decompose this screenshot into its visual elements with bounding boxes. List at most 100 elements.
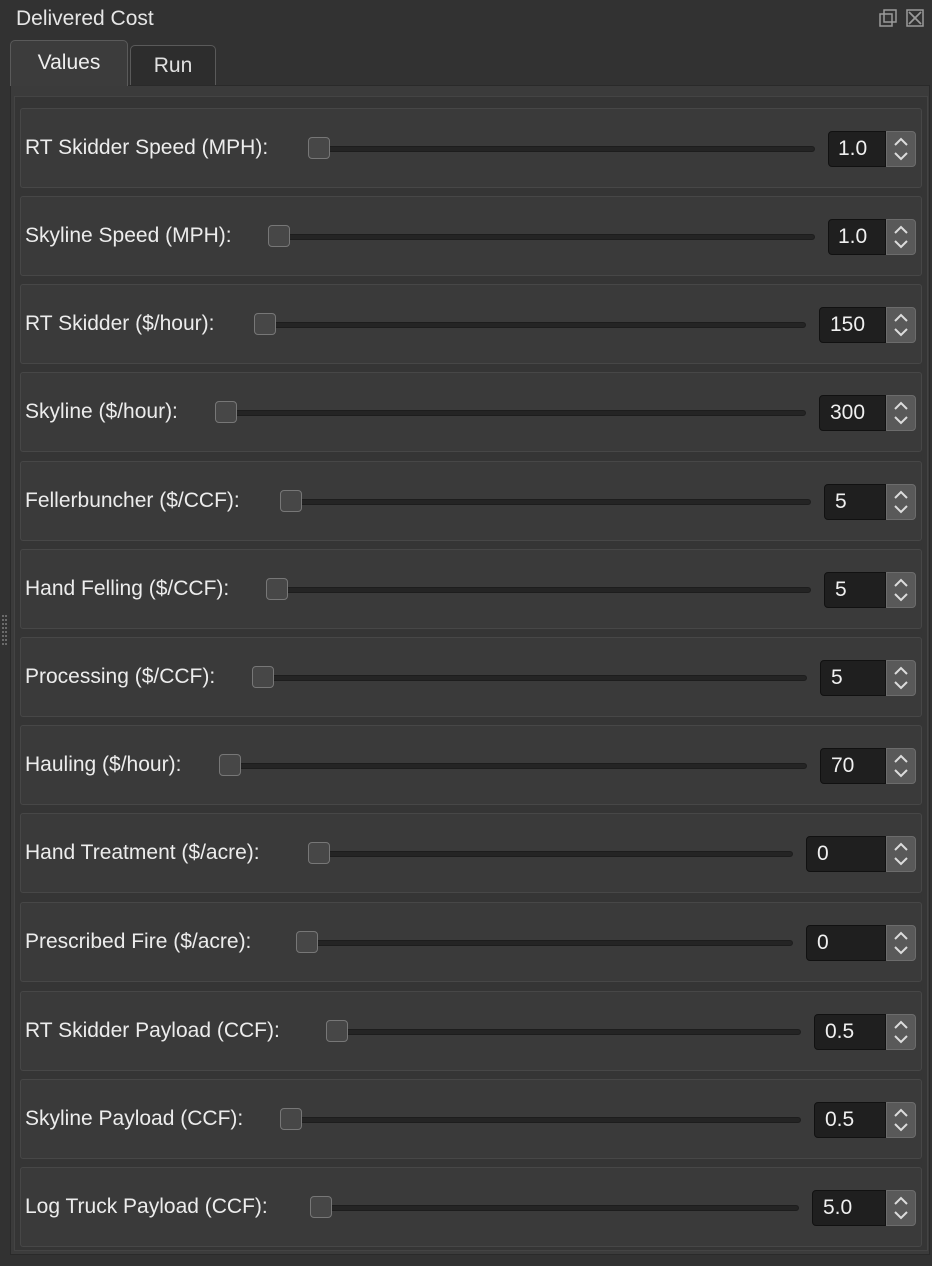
arrow-down-icon[interactable] xyxy=(893,768,909,778)
arrow-up-icon[interactable] xyxy=(893,1020,909,1030)
slider-handle[interactable] xyxy=(280,1108,302,1130)
slider-track[interactable] xyxy=(345,1029,801,1035)
slider-handle[interactable] xyxy=(219,754,241,776)
param-label: RT Skidder Speed (MPH): xyxy=(25,136,269,159)
arrow-up-icon[interactable] xyxy=(893,490,909,500)
close-icon[interactable] xyxy=(906,9,924,27)
arrow-up-icon[interactable] xyxy=(893,842,909,852)
arrow-down-icon[interactable] xyxy=(893,592,909,602)
spinbox-arrows[interactable] xyxy=(886,1102,916,1138)
spinbox-value[interactable]: 0 xyxy=(806,925,886,961)
spinbox-arrows[interactable] xyxy=(886,484,916,520)
arrow-up-icon[interactable] xyxy=(893,1196,909,1206)
arrow-down-icon[interactable] xyxy=(893,1210,909,1220)
spinbox-value[interactable]: 1.0 xyxy=(828,219,886,255)
spinbox: 5 xyxy=(824,572,916,608)
spinbox-value[interactable]: 5 xyxy=(824,484,886,520)
param-row-hand-felling: Hand Felling ($/CCF): 5 xyxy=(20,549,922,629)
spinbox-arrows[interactable] xyxy=(886,836,916,872)
arrow-up-icon[interactable] xyxy=(893,931,909,941)
arrow-up-icon[interactable] xyxy=(893,578,909,588)
spinbox-arrows[interactable] xyxy=(886,1190,916,1226)
arrow-up-icon[interactable] xyxy=(893,666,909,676)
spinbox-value[interactable]: 150 xyxy=(819,307,886,343)
spinbox-arrows[interactable] xyxy=(886,660,916,696)
slider-track[interactable] xyxy=(285,587,811,593)
spinbox: 70 xyxy=(820,748,916,784)
spinbox-value[interactable]: 5.0 xyxy=(812,1190,886,1226)
spinbox-value[interactable]: 5 xyxy=(824,572,886,608)
spinbox-value[interactable]: 5 xyxy=(820,660,886,696)
arrow-up-icon[interactable] xyxy=(893,1108,909,1118)
slider-handle[interactable] xyxy=(308,842,330,864)
arrow-down-icon[interactable] xyxy=(893,856,909,866)
param-label: Hand Felling ($/CCF): xyxy=(25,577,230,600)
slider-track[interactable] xyxy=(299,1117,801,1123)
slider-track[interactable] xyxy=(238,763,807,769)
slider-handle[interactable] xyxy=(280,490,302,512)
param-label: Hand Treatment ($/acre): xyxy=(25,841,260,864)
arrow-up-icon[interactable] xyxy=(893,401,909,411)
slider-handle[interactable] xyxy=(296,931,318,953)
slider-track[interactable] xyxy=(287,234,815,240)
spinbox: 0 xyxy=(806,836,916,872)
slider-handle[interactable] xyxy=(254,313,276,335)
slider-track[interactable] xyxy=(329,1205,799,1211)
arrow-down-icon[interactable] xyxy=(893,415,909,425)
slider-track[interactable] xyxy=(327,146,815,152)
slider-track[interactable] xyxy=(315,940,793,946)
slider-handle[interactable] xyxy=(268,225,290,247)
slider-track[interactable] xyxy=(327,851,793,857)
param-label: Fellerbuncher ($/CCF): xyxy=(25,489,240,512)
slider-track[interactable] xyxy=(234,410,806,416)
slider-track[interactable] xyxy=(271,675,807,681)
spinbox-arrows[interactable] xyxy=(886,572,916,608)
arrow-up-icon[interactable] xyxy=(893,754,909,764)
arrow-down-icon[interactable] xyxy=(893,327,909,337)
param-label: RT Skidder ($/hour): xyxy=(25,312,215,335)
spinbox-arrows[interactable] xyxy=(886,748,916,784)
spinbox-arrows[interactable] xyxy=(886,925,916,961)
slider-handle[interactable] xyxy=(252,666,274,688)
param-row-skyline-rate: Skyline ($/hour): 300 xyxy=(20,372,922,452)
param-label: Prescribed Fire ($/acre): xyxy=(25,930,252,953)
arrow-up-icon[interactable] xyxy=(893,313,909,323)
arrow-down-icon[interactable] xyxy=(893,1034,909,1044)
spinbox-arrows[interactable] xyxy=(886,219,916,255)
arrow-up-icon[interactable] xyxy=(893,225,909,235)
param-row-rt-skidder-rate: RT Skidder ($/hour): 150 xyxy=(20,284,922,364)
param-row-prescribed-fire: Prescribed Fire ($/acre): 0 xyxy=(20,902,922,982)
spinbox-arrows[interactable] xyxy=(886,1014,916,1050)
param-label: Log Truck Payload (CCF): xyxy=(25,1195,268,1218)
resize-grip-icon[interactable] xyxy=(2,615,7,649)
arrow-down-icon[interactable] xyxy=(893,680,909,690)
slider-track[interactable] xyxy=(299,499,811,505)
arrow-up-icon[interactable] xyxy=(893,137,909,147)
spinbox-value[interactable]: 0 xyxy=(806,836,886,872)
tab-run[interactable]: Run xyxy=(130,45,216,85)
spinbox-value[interactable]: 0.5 xyxy=(814,1014,886,1050)
arrow-down-icon[interactable] xyxy=(893,945,909,955)
float-window-icon[interactable] xyxy=(879,9,897,27)
panel-titlebar: Delivered Cost xyxy=(0,0,932,38)
spinbox-arrows[interactable] xyxy=(886,131,916,167)
spinbox-value[interactable]: 1.0 xyxy=(828,131,886,167)
arrow-down-icon[interactable] xyxy=(893,151,909,161)
spinbox-arrows[interactable] xyxy=(886,307,916,343)
slider-handle[interactable] xyxy=(215,401,237,423)
arrow-down-icon[interactable] xyxy=(893,504,909,514)
slider-handle[interactable] xyxy=(326,1020,348,1042)
spinbox-value[interactable]: 70 xyxy=(820,748,886,784)
spinbox-arrows[interactable] xyxy=(886,395,916,431)
spinbox-value[interactable]: 0.5 xyxy=(814,1102,886,1138)
spinbox-value[interactable]: 300 xyxy=(819,395,886,431)
slider-handle[interactable] xyxy=(266,578,288,600)
slider-track[interactable] xyxy=(273,322,806,328)
slider-handle[interactable] xyxy=(310,1196,332,1218)
arrow-down-icon[interactable] xyxy=(893,1122,909,1132)
param-row-fellerbuncher: Fellerbuncher ($/CCF): 5 xyxy=(20,461,922,541)
tab-values[interactable]: Values xyxy=(10,40,128,86)
slider-handle[interactable] xyxy=(308,137,330,159)
param-row-skyline-payload: Skyline Payload (CCF): 0.5 xyxy=(20,1079,922,1159)
arrow-down-icon[interactable] xyxy=(893,239,909,249)
